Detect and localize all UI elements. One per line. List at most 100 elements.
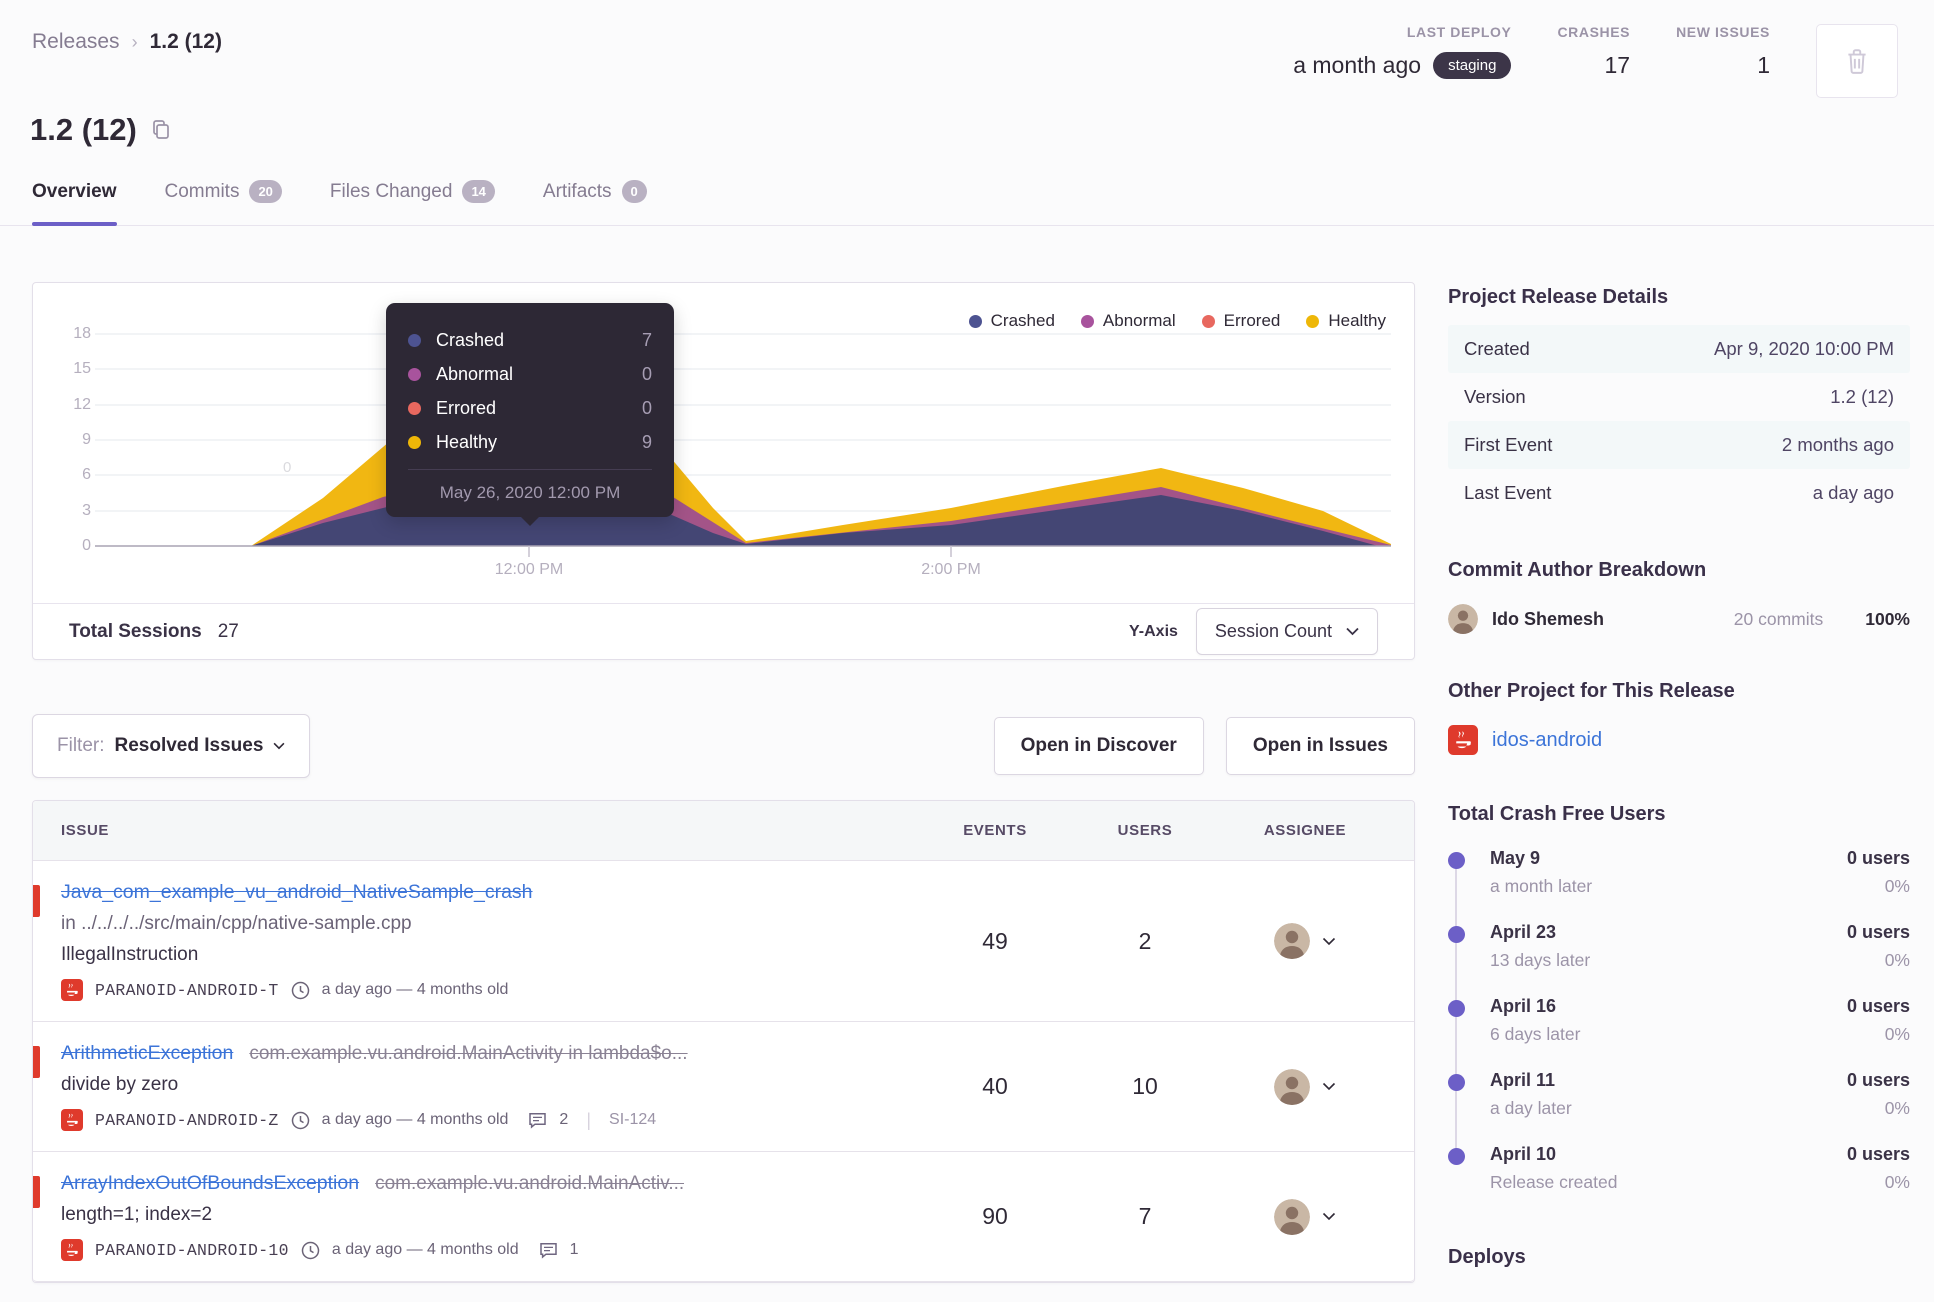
abnormal-dot-icon [408, 367, 421, 381]
chevron-right-icon: › [131, 31, 138, 52]
java-project-icon [61, 979, 83, 1001]
sidebar: Project Release Details Created Apr 9, 2… [1448, 286, 1910, 1269]
tab-overview[interactable]: Overview [32, 178, 117, 226]
header-users: USERS [1117, 822, 1173, 839]
author-name: Ido Shemesh [1492, 608, 1605, 629]
sessions-chart: 18 15 12 9 6 3 0 0 12:00 PM 2:00 PM Cras… [33, 283, 1414, 603]
author-commit-count: 20 commits [1733, 608, 1824, 629]
unhandled-flag-icon [33, 885, 40, 917]
total-sessions-value: 27 [217, 620, 239, 642]
issue-culprit: divide by zero [61, 1074, 179, 1095]
issue-row: ArithmeticException com.example.vu.andro… [33, 1022, 1414, 1152]
errored-dot-icon [408, 401, 421, 415]
project-slug[interactable]: PARANOID-ANDROID-Z [95, 1111, 279, 1130]
crash-free-item: April 23 0 users 13 days later 0% [1448, 922, 1910, 1002]
detail-row-first-event: First Event 2 months ago [1448, 421, 1910, 469]
comments-count: 1 [569, 1241, 579, 1258]
stat-last-deploy-value: a month ago [1293, 52, 1422, 78]
filter-dropdown[interactable]: Filter: Resolved Issues [32, 714, 311, 778]
timeline-dot-icon [1448, 926, 1465, 943]
detail-row-last-event: Last Event a day ago [1464, 482, 1894, 503]
assignee-avatar[interactable] [1274, 1068, 1310, 1105]
faint-data-label: 0 [283, 459, 292, 476]
copy-icon[interactable] [151, 119, 171, 141]
tab-files-changed[interactable]: Files Changed 14 [330, 178, 495, 225]
crash-free-item: April 11 0 users a day later 0% [1448, 1070, 1910, 1150]
tooltip-date: May 26, 2020 12:00 PM [408, 469, 652, 503]
project-slug[interactable]: PARANOID-ANDROID-T [95, 981, 279, 1000]
crashed-dot-icon [968, 314, 982, 328]
crashed-dot-icon [408, 333, 421, 347]
assignee-chevron-icon[interactable] [1322, 1212, 1336, 1221]
other-project-row: idos-android [1448, 725, 1910, 755]
issue-users-count: 7 [1138, 1203, 1152, 1229]
breadcrumb-releases[interactable]: Releases [32, 30, 120, 54]
tab-commits-count: 20 [249, 180, 282, 203]
crash-free-item: May 90 users a month later 0% [1448, 848, 1910, 928]
assignee-chevron-icon[interactable] [1322, 937, 1336, 946]
issue-title-link[interactable]: Java_com_example_vu_android_NativeSample… [61, 881, 533, 904]
assignee-avatar[interactable] [1274, 923, 1310, 959]
java-project-icon [61, 1239, 83, 1261]
timeline-dot-icon [1448, 1148, 1465, 1165]
tab-artifacts[interactable]: Artifacts 0 [543, 178, 647, 225]
meta-divider: | [586, 1109, 592, 1130]
author-avatar [1448, 604, 1478, 634]
tab-bar: Overview Commits 20 Files Changed 14 Art… [0, 178, 1934, 226]
issue-title-link[interactable]: ArrayIndexOutOfBoundsException [61, 1172, 359, 1195]
stat-new-issues: NEW ISSUES 1 [1676, 24, 1770, 79]
issue-users-count: 10 [1132, 1073, 1158, 1099]
other-project-link[interactable]: idos-android [1492, 729, 1602, 752]
total-sessions-label: Total Sessions [69, 620, 202, 642]
chart-legend: Crashed Abnormal Errored Healthy [968, 311, 1386, 331]
timeline-dot-icon [1448, 1000, 1465, 1017]
y-axis-select[interactable]: Session Count [1195, 608, 1378, 655]
java-project-icon [1448, 725, 1478, 755]
header-stats: LAST DEPLOY a month ago staging CRASHES … [1293, 24, 1898, 98]
assignee-chevron-icon[interactable] [1322, 1082, 1336, 1091]
y-axis-label: Y-Axis [1129, 622, 1178, 640]
area-chart-svg [95, 333, 1391, 557]
trash-icon [1844, 47, 1870, 75]
tab-commits[interactable]: Commits 20 [165, 178, 282, 225]
crash-free-heading: Total Crash Free Users [1448, 803, 1666, 825]
assignee-avatar[interactable] [1274, 1198, 1310, 1235]
healthy-dot-icon [408, 435, 421, 449]
timeline-dot-icon [1448, 1074, 1465, 1091]
deploys-heading: Deploys [1448, 1246, 1526, 1268]
open-in-discover-button[interactable]: Open in Discover [993, 717, 1204, 775]
other-project-heading: Other Project for This Release [1448, 680, 1735, 702]
commit-authors-heading: Commit Author Breakdown [1448, 559, 1707, 581]
detail-row-created: Created Apr 9, 2020 10:00 PM [1448, 325, 1910, 373]
chart-footer: Total Sessions 27 Y-Axis Session Count [33, 603, 1414, 659]
x-tick: 12:00 PM [494, 561, 564, 578]
project-slug[interactable]: PARANOID-ANDROID-10 [95, 1241, 289, 1260]
clock-icon [291, 981, 310, 1000]
chevron-down-icon [1346, 627, 1359, 636]
detail-row-version: Version 1.2 (12) [1464, 386, 1894, 407]
stat-crashes-value: 17 [1604, 52, 1631, 78]
x-tick: 2:00 PM [921, 561, 981, 578]
stat-new-issues-label: NEW ISSUES [1676, 24, 1770, 40]
legend-abnormal[interactable]: Abnormal [1080, 311, 1176, 331]
issue-annotation[interactable]: SI-124 [609, 1111, 656, 1129]
issue-row: Java_com_example_vu_android_NativeSample… [33, 861, 1414, 1022]
unhandled-flag-icon [33, 1046, 40, 1078]
issue-culprit: IllegalInstruction [61, 944, 199, 965]
clock-icon [291, 1111, 310, 1130]
legend-errored[interactable]: Errored [1201, 311, 1280, 331]
issues-table-header: ISSUE EVENTS USERS ASSIGNEE [33, 801, 1414, 861]
legend-healthy[interactable]: Healthy [1306, 311, 1386, 331]
legend-crashed[interactable]: Crashed [968, 311, 1055, 331]
errored-dot-icon [1201, 314, 1215, 328]
env-badge: staging [1433, 52, 1512, 79]
open-in-issues-button[interactable]: Open in Issues [1225, 717, 1415, 775]
comments-icon [539, 1241, 558, 1259]
issue-events-count: 90 [982, 1203, 1008, 1229]
commit-author-row: Ido Shemesh 20 commits 100% [1448, 604, 1910, 634]
crash-free-timeline: May 90 users a month later 0% April 23 0 u… [1448, 848, 1910, 1218]
issue-age: a day ago — 4 months old [321, 981, 509, 998]
delete-release-button[interactable] [1816, 24, 1898, 98]
abnormal-dot-icon [1080, 314, 1094, 328]
issue-title-link[interactable]: ArithmeticException [61, 1042, 233, 1065]
